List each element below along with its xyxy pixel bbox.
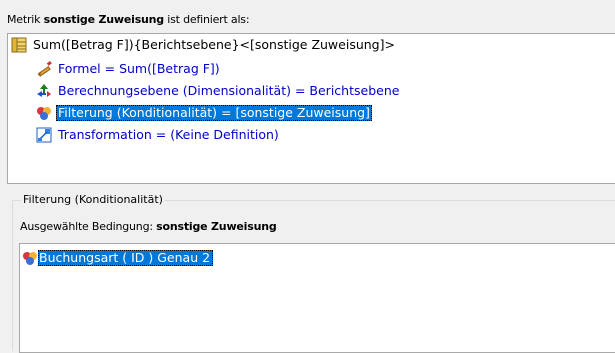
selected-condition-line: Ausgewählte Bedingung: sonstige Zuweisun… bbox=[20, 220, 277, 233]
selected-condition-name: sonstige Zuweisung bbox=[156, 220, 277, 233]
tree-item-berechnungsebene-label: Berechnungsebene (Dimensionalität) = Ber… bbox=[58, 83, 400, 98]
formula-icon bbox=[37, 61, 52, 77]
filter-icon bbox=[37, 107, 51, 120]
filter-condition-icon bbox=[23, 251, 37, 265]
tree-item-transformation-label: Transformation = (Keine Definition) bbox=[58, 127, 279, 142]
metric-definition-tree[interactable]: Sum([Betrag F]){Berichtsebene}<[sonstige… bbox=[7, 33, 615, 184]
condition-list[interactable]: Buchungsart ( ID ) Genau 2 bbox=[19, 243, 615, 353]
transformation-icon bbox=[36, 127, 52, 143]
tree-root-item[interactable]: Sum([Betrag F]){Berichtsebene}<[sonstige… bbox=[11, 36, 397, 54]
tree-item-berechnungsebene[interactable]: Berechnungsebene (Dimensionalität) = Ber… bbox=[36, 82, 401, 100]
tree-item-formel-label: Formel = Sum([Betrag F]) bbox=[58, 61, 220, 76]
filterung-group-title: Filterung (Konditionalität) bbox=[21, 193, 165, 206]
dimensionality-icon bbox=[37, 84, 51, 97]
selected-condition-prefix: Ausgewählte Bedingung: bbox=[20, 220, 153, 233]
condition-item-buchungsart[interactable]: Buchungsart ( ID ) Genau 2 bbox=[22, 249, 214, 266]
metric-definition-header: Metrik sonstige Zuweisung ist definiert … bbox=[7, 13, 250, 26]
tree-item-formel[interactable]: Formel = Sum([Betrag F]) bbox=[36, 60, 222, 78]
tree-item-filterung[interactable]: Filterung (Konditionalität) = [sonstige … bbox=[36, 104, 372, 122]
metric-name: sonstige Zuweisung bbox=[43, 13, 165, 26]
metric-suffix-label: ist definiert als: bbox=[167, 13, 250, 26]
tree-item-filterung-label: Filterung (Konditionalität) = [sonstige … bbox=[56, 105, 372, 121]
metric-prefix-label: Metrik bbox=[7, 13, 41, 26]
tree-item-transformation[interactable]: Transformation = (Keine Definition) bbox=[36, 126, 281, 144]
tree-root-label: Sum([Betrag F]){Berichtsebene}<[sonstige… bbox=[33, 37, 395, 52]
metric-table-icon bbox=[11, 37, 27, 53]
condition-item-label: Buchungsart ( ID ) Genau 2 bbox=[38, 249, 214, 266]
